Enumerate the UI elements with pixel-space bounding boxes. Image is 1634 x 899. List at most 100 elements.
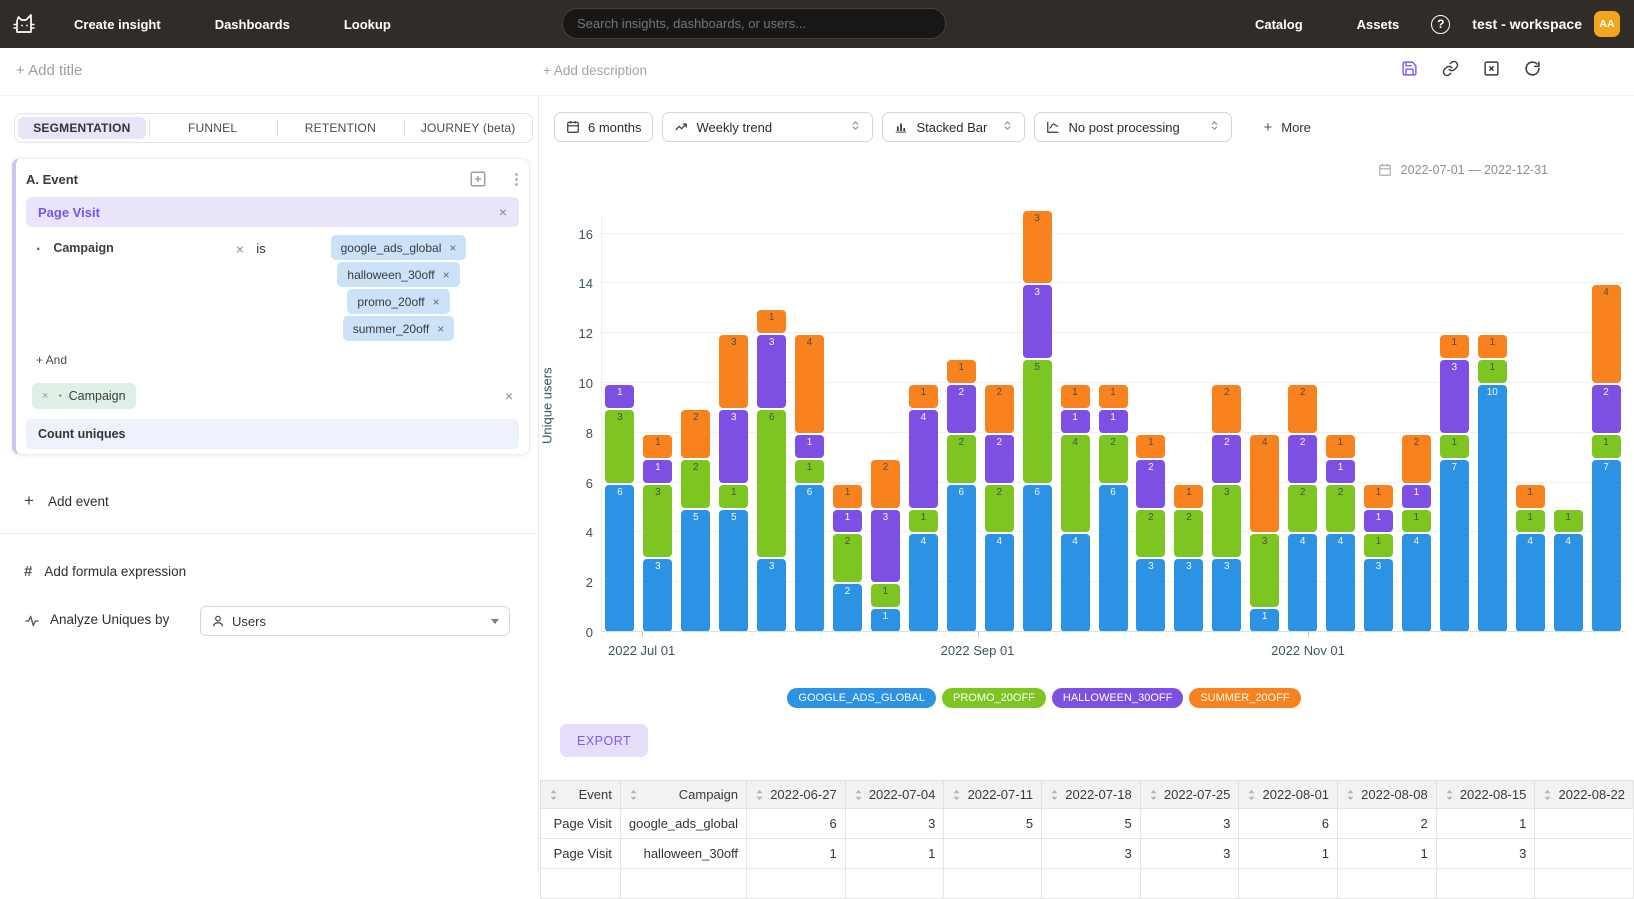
bar-segment-promo_20off[interactable]: 1 [1554,510,1583,533]
table-header-cell[interactable]: 2022-07-18 [1042,781,1141,809]
filter-value-chip[interactable]: halloween_30off× [337,262,459,287]
bar-segment-google_ads_global[interactable]: 3 [1136,559,1165,632]
bar-segment-google_ads_global[interactable]: 3 [643,559,672,632]
bar-segment-promo_20off[interactable]: 2 [1136,510,1165,558]
bar-segment-promo_20off[interactable]: 1 [1478,360,1507,383]
bar-segment-promo_20off[interactable]: 6 [757,410,786,557]
bar-segment-google_ads_global[interactable]: 4 [1516,534,1545,632]
table-header-cell[interactable]: 2022-08-08 [1338,781,1437,809]
bar-segment-promo_20off[interactable]: 3 [643,485,672,558]
bar-segment-summer_20off[interactable]: 1 [833,485,862,508]
bar-segment-promo_20off[interactable]: 4 [1061,435,1090,533]
bar-segment-google_ads_global[interactable]: 4 [1402,534,1431,632]
remove-value-icon[interactable]: × [449,241,456,255]
bar-segment-google_ads_global[interactable]: 2 [833,584,862,632]
bar-segment-google_ads_global[interactable]: 6 [795,485,824,632]
bar-segment-halloween_30off[interactable]: 3 [871,510,900,583]
filter-value-chip[interactable]: summer_20off× [343,316,455,341]
close-box-icon[interactable] [1483,60,1500,77]
bar-segment-google_ads_global[interactable]: 3 [1364,559,1393,632]
cat-logo-icon[interactable] [10,10,38,38]
bar-segment-summer_20off[interactable]: 1 [909,385,938,408]
remove-breakdown-icon[interactable]: × [42,390,48,402]
bar-segment-google_ads_global[interactable]: 3 [1174,559,1203,632]
bar-segment-halloween_30off[interactable]: 4 [909,410,938,508]
bar-segment-halloween_30off[interactable]: 1 [833,510,862,533]
bar-segment-halloween_30off[interactable]: 1 [1402,485,1431,508]
bar-segment-halloween_30off[interactable]: 3 [757,335,786,408]
bar-segment-summer_20off[interactable]: 2 [681,410,710,458]
filter-value-chip[interactable]: promo_20off× [347,289,449,314]
bar-segment-google_ads_global[interactable]: 3 [757,559,786,632]
bar-segment-google_ads_global[interactable]: 1 [1250,609,1279,632]
save-icon[interactable] [1401,60,1418,77]
bar-segment-promo_20off[interactable]: 2 [1288,485,1317,533]
filter-operator[interactable]: is [244,235,278,343]
nav-assets[interactable]: Assets [1339,17,1418,32]
bar-segment-google_ads_global[interactable]: 6 [1023,485,1052,632]
avatar[interactable]: AA [1594,11,1620,37]
table-header-cell[interactable]: 2022-07-11 [944,781,1042,809]
bar-segment-google_ads_global[interactable]: 4 [1554,534,1583,632]
bar-segment-google_ads_global[interactable]: 4 [1326,534,1355,632]
tab-segmentation[interactable]: SEGMENTATION [18,117,146,139]
add-title-field[interactable]: + Add title [16,62,82,79]
remove-value-icon[interactable]: × [437,322,444,336]
remove-value-icon[interactable]: × [433,295,440,309]
bar-segment-summer_20off[interactable]: 1 [1061,385,1090,408]
bar-segment-halloween_30off[interactable]: 3 [719,410,748,483]
more-button[interactable]: + More [1263,119,1310,136]
event-selector[interactable]: Page Visit × [26,197,519,227]
bar-segment-halloween_30off[interactable]: 2 [1136,460,1165,508]
bar-segment-summer_20off[interactable]: 1 [1516,485,1545,508]
bar-segment-summer_20off[interactable]: 1 [1174,485,1203,508]
table-header-cell[interactable]: 2022-08-22 [1535,781,1634,809]
add-filter-icon[interactable] [469,170,487,188]
aggregation-selector[interactable]: Count uniques [26,419,519,449]
bar-segment-google_ads_global[interactable]: 6 [605,485,634,632]
legend-pill-halloween_30off[interactable]: HALLOWEEN_30OFF [1052,688,1183,708]
export-button[interactable]: EXPORT [560,724,648,757]
bar-segment-summer_20off[interactable]: 1 [947,360,976,383]
bar-segment-summer_20off[interactable]: 2 [1402,435,1431,483]
bar-segment-summer_20off[interactable]: 3 [1023,211,1052,284]
table-header-cell[interactable]: 2022-07-25 [1140,781,1239,809]
tab-retention[interactable]: RETENTION [277,114,405,142]
bar-segment-summer_20off[interactable]: 1 [1099,385,1128,408]
filter-value-chip[interactable]: google_ads_global× [331,235,467,260]
bar-segment-google_ads_global[interactable]: 5 [681,510,710,633]
filter-property[interactable]: Campaign [53,241,113,255]
bar-segment-promo_20off[interactable]: 1 [909,510,938,533]
bar-segment-summer_20off[interactable]: 2 [1212,385,1241,433]
add-description-field[interactable]: + Add description [543,63,647,78]
search-input[interactable] [562,8,946,39]
remove-event-icon[interactable]: × [499,204,507,220]
sort-icon[interactable] [1149,789,1158,801]
bar-segment-google_ads_global[interactable]: 4 [909,534,938,632]
table-header-cell[interactable]: 2022-08-01 [1239,781,1338,809]
bar-segment-halloween_30off[interactable]: 1 [643,460,672,483]
nav-catalog[interactable]: Catalog [1237,17,1321,32]
bar-segment-summer_20off[interactable]: 4 [1250,435,1279,533]
bar-segment-promo_20off[interactable]: 1 [795,460,824,483]
bar-segment-promo_20off[interactable]: 2 [947,435,976,483]
link-icon[interactable] [1442,60,1459,77]
table-header-cell[interactable]: 2022-07-04 [845,781,944,809]
bar-segment-summer_20off[interactable]: 4 [1592,285,1621,383]
table-header-cell[interactable]: Event [541,781,621,809]
bar-segment-google_ads_global[interactable]: 4 [1061,534,1090,632]
bar-segment-promo_20off[interactable]: 1 [1440,435,1469,458]
nav-create-insight[interactable]: Create insight [56,17,179,32]
refresh-icon[interactable] [1524,60,1541,77]
bar-segment-summer_20off[interactable]: 2 [985,385,1014,433]
bar-segment-promo_20off[interactable]: 1 [1592,435,1621,458]
bar-segment-google_ads_global[interactable]: 4 [985,534,1014,632]
bar-segment-promo_20off[interactable]: 2 [681,460,710,508]
bar-segment-summer_20off[interactable]: 1 [1326,435,1355,458]
bar-segment-halloween_30off[interactable]: 1 [1061,410,1090,433]
workspace-name[interactable]: test - workspace [1472,16,1582,32]
bar-segment-google_ads_global[interactable]: 3 [1212,559,1241,632]
trend-select[interactable]: Weekly trend [662,112,873,142]
legend-pill-promo_20off[interactable]: PROMO_20OFF [942,688,1046,708]
bar-segment-promo_20off[interactable]: 3 [605,410,634,483]
